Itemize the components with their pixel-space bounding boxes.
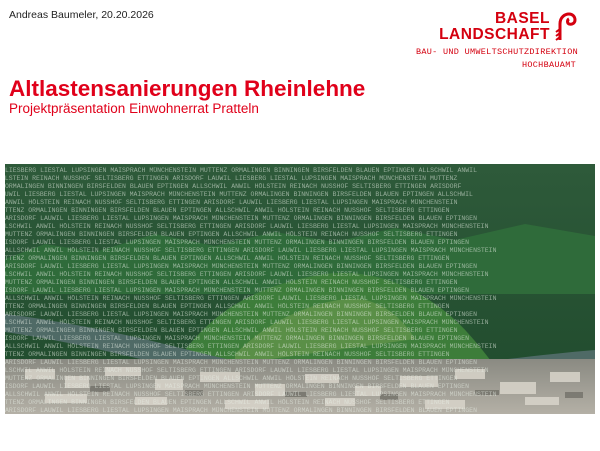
overlay-text-row: ALLSCHWIL ANWIL HÖLSTEIN REINACH NUSSHOF… — [5, 390, 497, 398]
overlay-text-row: MUTTENZ ORMALINGEN BINNINGEN BIRSFELDEN … — [5, 302, 450, 310]
overlay-text-row: MUTTENZ ORMALINGEN BINNINGEN BIRSFELDEN … — [5, 278, 458, 286]
overlay-text-row: ALLSCHWIL ANWIL HÖLSTEIN REINACH NUSSHOF… — [5, 270, 489, 278]
slide-subtitle: Projektpräsentation Einwohnerrat Prattel… — [9, 101, 259, 116]
overlay-text-row: ALLSCHWIL ANWIL HÖLSTEIN REINACH NUSSHOF… — [5, 246, 497, 254]
overlay-text-row: ORMALINGEN BINNINGEN BIRSFELDEN BLAUEN E… — [5, 182, 461, 190]
overlay-text-row: ALLSCHWIL ANWIL HÖLSTEIN REINACH NUSSHOF… — [5, 366, 489, 374]
overlay-text-row: ANWIL HÖLSTEIN REINACH NUSSHOF SELTISBER… — [5, 198, 458, 206]
overlay-text-row: ARISDORF LAUWIL LIESBERG LIESTAL LUPSING… — [5, 406, 477, 414]
basel-landschaft-logo: BASEL LANDSCHAFT BAU- UND UMWELTSCHUTZDI… — [413, 10, 578, 70]
overlay-text-row: MUTTENZ ORMALINGEN BINNINGEN BIRSFELDEN … — [5, 254, 450, 262]
slide-footer-space — [0, 414, 600, 451]
overlay-text-row: LAUWIL LIESBERG LIESTAL LUPSINGEN MAISPR… — [5, 190, 473, 198]
logo-department: BAU- UND UMWELTSCHUTZDIREKTION — [415, 47, 578, 57]
overlay-text-row: MUTTENZ ORMALINGEN BINNINGEN BIRSFELDEN … — [5, 230, 458, 238]
aerial-photo: LIESBERG LIESTAL LUPSINGEN MAISPRACH MÜN… — [5, 164, 595, 414]
overlay-text-row: ALLSCHWIL ANWIL HÖLSTEIN REINACH NUSSHOF… — [5, 222, 489, 230]
overlay-text-row: ARISDORF LAUWIL LIESBERG LIESTAL LUPSING… — [5, 358, 477, 366]
overlay-text-row: ARISDORF LAUWIL LIESBERG LIESTAL LUPSING… — [5, 238, 469, 246]
aerial-photo-graphic: LIESBERG LIESTAL LUPSINGEN MAISPRACH MÜN… — [5, 164, 595, 414]
overlay-text-row: ALLSCHWIL ANWIL HÖLSTEIN REINACH NUSSHOF… — [5, 294, 497, 302]
author-date: Andreas Baumeler, 20.20.2026 — [9, 9, 154, 21]
overlay-text-row: ALLSCHWIL ANWIL HÖLSTEIN REINACH NUSSHOF… — [5, 318, 489, 326]
overlay-text-row: ARISDORF LAUWIL LIESBERG LIESTAL LUPSING… — [5, 310, 477, 318]
overlay-text-row: MUTTENZ ORMALINGEN BINNINGEN BIRSFELDEN … — [5, 350, 450, 358]
overlay-text-row: ARISDORF LAUWIL LIESBERG LIESTAL LUPSING… — [5, 382, 469, 390]
overlay-text-row: MUTTENZ ORMALINGEN BINNINGEN BIRSFELDEN … — [5, 206, 450, 214]
logo-line2: LANDSCHAFT — [439, 26, 550, 43]
slide-title: Altlastensanierungen Rheinlehne — [9, 76, 366, 101]
overlay-text-row: MUTTENZ ORMALINGEN BINNINGEN BIRSFELDEN … — [5, 326, 458, 334]
crozier-crest-icon — [555, 12, 577, 41]
overlay-text-row: ARISDORF LAUWIL LIESBERG LIESTAL LUPSING… — [5, 214, 477, 222]
overlay-text-row: HÖLSTEIN REINACH NUSSHOF SELTISBERG ETTI… — [5, 174, 457, 182]
overlay-text-row: ARISDORF LAUWIL LIESBERG LIESTAL LUPSING… — [5, 334, 469, 342]
overlay-text-row: ARISDORF LAUWIL LIESBERG LIESTAL LUPSING… — [5, 286, 469, 294]
overlay-text-row: MUTTENZ ORMALINGEN BINNINGEN BIRSFELDEN … — [5, 374, 458, 382]
overlay-text-row: MUTTENZ ORMALINGEN BINNINGEN BIRSFELDEN … — [5, 398, 450, 406]
overlay-text-row: ALLSCHWIL ANWIL HÖLSTEIN REINACH NUSSHOF… — [5, 342, 497, 350]
logo-unit: HOCHBAUAMT — [521, 60, 576, 70]
overlay-text-row: LIESBERG LIESTAL LUPSINGEN MAISPRACH MÜN… — [5, 166, 477, 174]
overlay-text-row: ARISDORF LAUWIL LIESBERG LIESTAL LUPSING… — [5, 262, 477, 270]
